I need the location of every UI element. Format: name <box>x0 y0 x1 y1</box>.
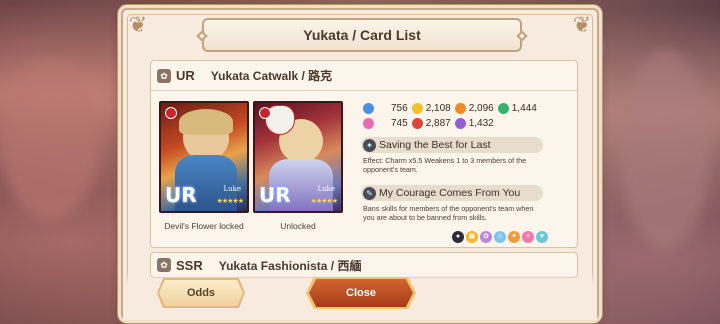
skill-description: Effect: Charm x5.5 Weakens 1 to 3 member… <box>363 156 527 174</box>
red-gem-icon <box>411 118 423 129</box>
card-art-locked[interactable]: UR Luke ★★★★★ <box>159 101 249 213</box>
stat-pink: 745 <box>363 118 408 129</box>
skill-name: My Courage Comes From You <box>379 187 521 199</box>
card-art-unlocked[interactable]: UR Luke ★★★★★ <box>253 101 343 213</box>
skill-header: ✦ Saving the Best for Last <box>361 137 543 153</box>
background-character-left <box>0 60 100 220</box>
skill-header: ✎ My Courage Comes From You <box>361 185 543 201</box>
cat-icon: ● <box>452 231 464 243</box>
card-caption-unlocked: Unlocked <box>280 221 316 231</box>
corner-ornament-icon: ❦ <box>572 12 592 37</box>
stat-blue: 756 <box>363 103 408 114</box>
card-name: Yukata Fashionista / 西緬 <box>218 258 362 273</box>
background-character-right <box>620 50 710 250</box>
pink-gem-icon <box>363 118 374 129</box>
card-nameplate: Luke <box>317 185 335 193</box>
skill-name: Saving the Best for Last <box>379 139 491 151</box>
card-caption-locked: Devil's Flower locked <box>164 221 244 231</box>
close-button[interactable]: Close <box>309 279 413 307</box>
card-list[interactable]: ✿ UR Yukata Catwalk / 路克 UR Luke ★★★★★ D… <box>150 60 578 272</box>
skill-1: ✦ Saving the Best for Last Effect: Charm… <box>361 137 543 174</box>
stat-value: 2,108 <box>425 103 451 114</box>
green-gem-icon <box>497 103 509 114</box>
blue-gem-icon <box>363 103 374 114</box>
purple-gem-icon <box>454 118 466 129</box>
stat-row-1: 756 2,108 2,096 1,444 <box>363 101 553 116</box>
stat-value: 2,887 <box>425 118 451 129</box>
stat-red: 2,887 <box>411 118 451 129</box>
stat-green: 1,444 <box>497 103 537 114</box>
stat-orange: 2,096 <box>454 103 494 114</box>
attribute-icon <box>259 107 271 119</box>
entry-body: UR Luke ★★★★★ Devil's Flower locked UR L… <box>151 91 577 272</box>
stat-value: 745 <box>391 118 408 129</box>
title-notch-right <box>516 30 528 42</box>
stat-purple: 1,432 <box>454 118 494 129</box>
tag-icons: ● ▣ ✿ ☺ ✦ ✧ ♥ <box>452 231 548 243</box>
skill-orb-icon: ✦ <box>363 138 376 152</box>
sparkle-icon: ✦ <box>508 231 520 243</box>
stat-yellow: 2,108 <box>411 103 451 114</box>
stat-value: 1,432 <box>468 118 494 129</box>
rarity-label: UR <box>176 68 195 83</box>
card-nameplate: Luke <box>223 185 241 193</box>
orange-gem-icon <box>454 103 466 114</box>
stat-row-2: 745 2,887 1,432 <box>363 116 553 131</box>
skill-2: ✎ My Courage Comes From You Bans skills … <box>361 185 543 222</box>
card-list-dialog: ❦ ❦ Yukata / Card List ✿ UR Yukata Catwa… <box>121 8 599 320</box>
star-rating-icon: ★★★★★ <box>216 198 244 205</box>
corner-ornament-icon: ❦ <box>128 12 148 37</box>
attribute-icon <box>165 107 177 119</box>
rarity-label: SSR <box>176 257 203 273</box>
skill-description: Bans skills for members of the opponent'… <box>363 204 534 222</box>
dialog-title: Yukata / Card List <box>303 27 421 43</box>
entry-header: ✿ UR Yukata Catwalk / 路克 <box>151 61 577 91</box>
card-rarity-badge: UR <box>259 183 291 207</box>
skill-orb-icon: ✎ <box>363 186 376 200</box>
heart-icon: ♥ <box>536 231 548 243</box>
gift-icon: ▣ <box>466 231 478 243</box>
yellow-gem-icon <box>411 103 423 114</box>
flower-icon: ✿ <box>480 231 492 243</box>
star-rating-icon: ★★★★★ <box>310 198 338 205</box>
wand-icon: ✧ <box>522 231 534 243</box>
face-icon: ☺ <box>494 231 506 243</box>
cat-paw-icon: ✿ <box>157 258 171 272</box>
stat-value: 756 <box>391 103 408 114</box>
stat-value: 2,096 <box>468 103 494 114</box>
title-plate: Yukata / Card List <box>196 18 528 52</box>
card-entry-ur: ✿ UR Yukata Catwalk / 路克 UR Luke ★★★★★ D… <box>150 60 578 248</box>
card-name: Yukata Catwalk / 路克 <box>210 69 333 83</box>
card-rarity-badge: UR <box>165 183 197 207</box>
cat-paw-icon: ✿ <box>157 68 171 83</box>
card-stats: 756 2,108 2,096 1,444 745 2,887 1,432 <box>363 101 553 131</box>
title-notch-left <box>196 30 208 42</box>
stat-value: 1,444 <box>511 103 537 114</box>
odds-button[interactable]: Odds <box>159 280 243 306</box>
